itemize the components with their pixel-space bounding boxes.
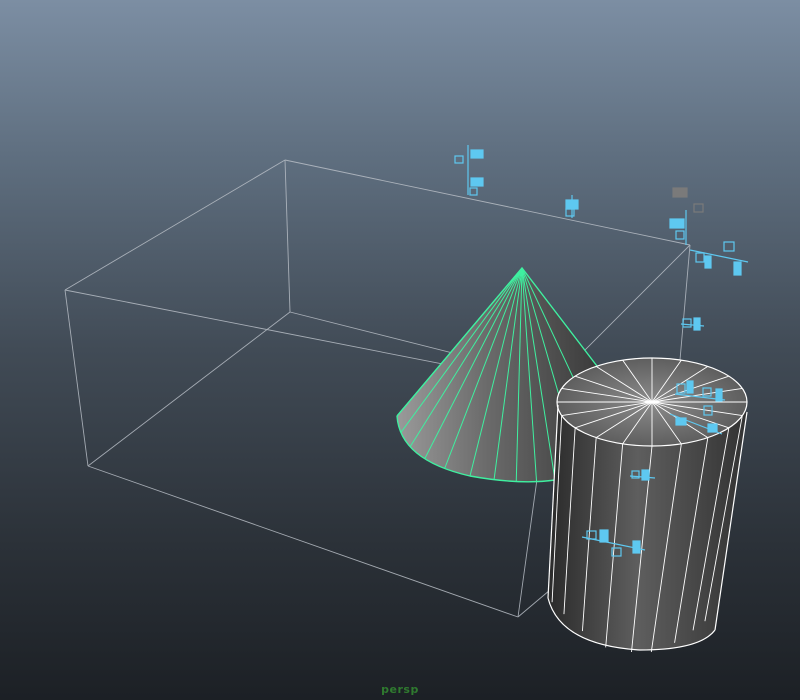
scene-canvas[interactable] xyxy=(0,0,800,700)
camera-name-label: persp xyxy=(381,683,419,696)
perspective-viewport[interactable]: persp xyxy=(0,0,800,700)
manipulator-handle-4[interactable] xyxy=(680,317,705,331)
manipulator-handle-3[interactable] xyxy=(669,187,749,276)
cylinder-object[interactable] xyxy=(547,357,748,653)
manipulator-handle-2[interactable] xyxy=(565,195,579,218)
manipulator-handle-1[interactable] xyxy=(454,145,484,196)
